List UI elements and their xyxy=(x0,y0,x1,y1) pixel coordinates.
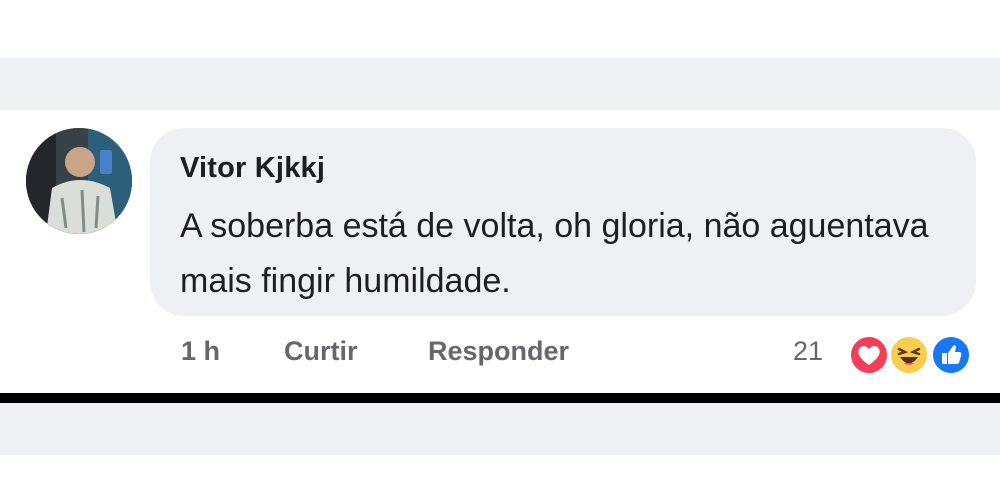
comment-text: A soberba está de volta, oh gloria, não … xyxy=(180,207,929,300)
avatar[interactable] xyxy=(26,128,132,234)
love-icon[interactable] xyxy=(848,334,890,376)
comment-author[interactable]: Vitor Kjkkj xyxy=(180,152,325,185)
comment-timestamp[interactable]: 1 h xyxy=(181,336,220,367)
next-comment-area xyxy=(0,403,1000,455)
like-icon[interactable] xyxy=(930,334,972,376)
divider xyxy=(0,393,1000,403)
reply-button[interactable]: Responder xyxy=(428,336,569,367)
like-button[interactable]: Curtir xyxy=(284,336,358,367)
avatar-photo xyxy=(26,128,132,234)
reaction-count[interactable]: 21 xyxy=(793,336,823,367)
haha-icon[interactable] xyxy=(888,334,930,376)
previous-comment-area xyxy=(0,58,1000,110)
